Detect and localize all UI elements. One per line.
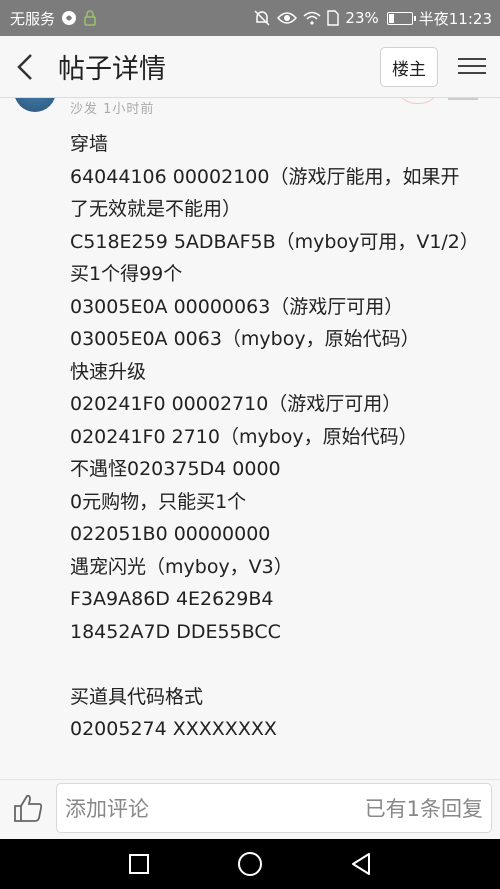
comment-placeholder: 添加评论 (65, 797, 149, 821)
post-line: F3A9A86D 4E2629B4 (70, 588, 274, 610)
back-arrow-icon (17, 53, 32, 80)
app-header: 帖子详情 楼主 (0, 36, 500, 98)
status-bar: 无服务 23% 半夜11:23 (0, 0, 500, 36)
home-button[interactable] (236, 850, 264, 878)
recent-apps-button[interactable] (125, 850, 153, 878)
more-icon[interactable] (448, 98, 478, 100)
menu-button[interactable] (458, 53, 486, 81)
square-recent-apps-icon (129, 854, 149, 874)
post-line: 快速升级 (70, 360, 147, 383)
page-title: 帖子详情 (58, 54, 166, 85)
nav-back-button[interactable] (347, 850, 375, 878)
like-button[interactable] (12, 792, 44, 824)
post-floor-time: 沙发 1小时前 (70, 102, 155, 117)
post-line (70, 648, 490, 681)
reply-count[interactable]: 已有1条回复 (365, 793, 483, 823)
comment-bar: 添加评论 已有1条回复 (0, 779, 500, 837)
post-line: 02005274 XXXXXXXX (70, 718, 277, 740)
post-line: 买道具代码格式 (70, 685, 204, 708)
carrier-text: 无服务 (10, 9, 56, 28)
post-line: 买1个得99个 (70, 263, 183, 285)
system-nav-bar (0, 839, 500, 889)
triangle-back-icon (352, 853, 370, 875)
notification-icon (61, 10, 77, 26)
post-line: 0元购物，只能买1个 (70, 490, 247, 513)
mute-icon (253, 9, 271, 27)
battery-icon (386, 11, 416, 25)
post-line: 18452A7D DDE55BCC (70, 620, 281, 643)
post-line: 穿墙 (70, 133, 109, 155)
comment-input[interactable]: 添加评论 已有1条回复 (56, 783, 492, 833)
like-badge[interactable] (396, 98, 440, 104)
post-line: 020241F0 00002710（游戏厅可用） (70, 393, 402, 415)
post-content: 穿墙 64044106 00002100（游戏厅能用，如果开 了无效就是不能用） C5… (70, 128, 490, 746)
lock-icon (83, 10, 97, 26)
post-line: 022051B0 00000000 (70, 523, 271, 545)
clock: 半夜11:23 (418, 9, 492, 28)
post-line: 了无效就是不能用） (70, 198, 242, 220)
op-only-button[interactable]: 楼主 (380, 47, 438, 87)
post-line: 64044106 00002100（游戏厅能用，如果开 (70, 165, 460, 188)
wifi-icon (303, 11, 321, 25)
circle-home-icon (238, 852, 262, 876)
post-line: 遇宠闪光（myboy，V3） (70, 555, 293, 578)
post-line: 020241F0 2710（myboy，原始代码） (70, 425, 418, 448)
eye-icon (277, 11, 298, 25)
hamburger-menu-icon (458, 58, 486, 74)
post-line: 不遇怪020375D4 0000 (70, 458, 281, 480)
back-button[interactable] (0, 36, 50, 98)
battery-percent: 23% (345, 9, 379, 27)
post-line: 03005E0A 0063（myboy，原始代码） (70, 328, 420, 350)
post-meta: 沙发 1小时前 (0, 98, 500, 122)
thumbs-up-icon (14, 794, 43, 822)
avatar[interactable] (14, 98, 56, 112)
post-line: 03005E0A 00000063（游戏厅可用） (70, 295, 404, 318)
post-line: C518E259 5ADBAF5B（myboy可用，V1/2） (70, 230, 479, 253)
sim-icon (327, 10, 340, 26)
